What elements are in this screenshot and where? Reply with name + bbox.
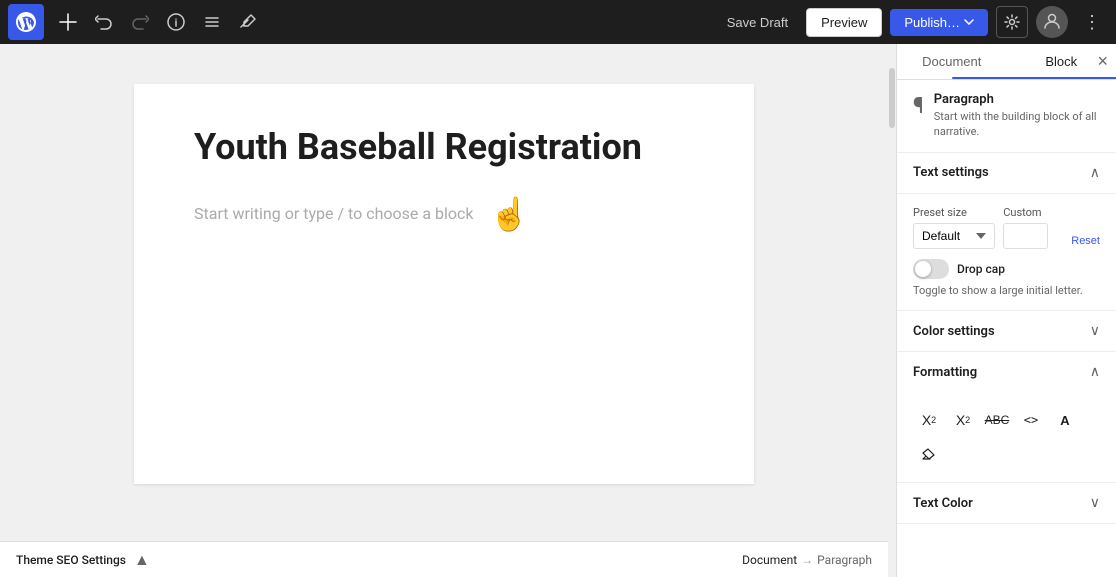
drop-cap-row: Drop cap — [913, 259, 1100, 279]
editor-content[interactable]: Youth Baseball Registration Start writin… — [134, 84, 754, 484]
user-avatar[interactable] — [1036, 6, 1068, 38]
formatting-title: Formatting — [913, 365, 977, 380]
superscript-button[interactable]: X2 — [913, 404, 945, 436]
main-layout: Youth Baseball Registration Start writin… — [0, 44, 1116, 577]
text-settings-panel: Preset size Default Small Medium Large X… — [897, 194, 1116, 311]
custom-size-input[interactable] — [1003, 223, 1048, 249]
tab-active-indicator — [1007, 77, 1116, 79]
cursor-icon: ☝ — [490, 195, 530, 233]
bottom-left: Theme SEO Settings ▲ — [16, 550, 150, 570]
drop-cap-description: Toggle to show a large initial letter. — [913, 283, 1100, 298]
wp-logo[interactable] — [8, 4, 44, 40]
block-description: Start with the building block of all nar… — [934, 109, 1100, 140]
strikethrough-button[interactable]: ABC — [981, 404, 1013, 436]
preset-size-label: Preset size — [913, 206, 995, 219]
redo-button[interactable] — [124, 6, 156, 38]
undo-button[interactable] — [88, 6, 120, 38]
formatting-chevron: ∧ — [1090, 364, 1100, 380]
save-draft-button[interactable]: Save Draft — [717, 9, 798, 36]
block-info: ¶ Paragraph Start with the building bloc… — [897, 80, 1116, 153]
bottom-bar: Theme SEO Settings ▲ Document → Paragrap… — [0, 541, 888, 577]
editor-placeholder[interactable]: Start writing or type / to choose a bloc… — [194, 195, 694, 233]
placeholder-text: Start writing or type / to choose a bloc… — [194, 204, 474, 223]
page-title[interactable]: Youth Baseball Registration — [194, 124, 694, 171]
block-details: Paragraph Start with the building block … — [934, 92, 1100, 140]
block-title: Paragraph — [934, 92, 1100, 107]
toolbar-right: Save Draft Preview Publish… ⋮ — [717, 6, 1108, 38]
text-settings-header[interactable]: Text settings ∧ — [897, 153, 1116, 194]
main-toolbar: Save Draft Preview Publish… ⋮ — [0, 0, 1116, 44]
paragraph-icon: ¶ — [913, 94, 924, 119]
breadcrumb: Document → Paragraph — [742, 553, 872, 567]
keyboard-button[interactable]: A — [1049, 404, 1081, 436]
drop-cap-toggle[interactable] — [913, 259, 949, 279]
toggle-knob — [915, 261, 931, 277]
editor-area: Youth Baseball Registration Start writin… — [0, 44, 888, 577]
preview-button[interactable]: Preview — [806, 8, 882, 37]
breadcrumb-document[interactable]: Document — [742, 553, 797, 567]
text-color-header[interactable]: Text Color ∨ — [897, 483, 1116, 524]
drop-cap-label: Drop cap — [957, 262, 1005, 276]
text-settings-title: Text settings — [913, 165, 989, 180]
custom-label: Custom — [1003, 206, 1063, 219]
preset-col: Preset size Default Small Medium Large X… — [913, 206, 995, 249]
add-block-button[interactable] — [52, 6, 84, 38]
tab-document[interactable]: Document — [897, 44, 1007, 79]
text-color-title: Text Color — [913, 496, 973, 511]
editor-canvas: Youth Baseball Registration Start writin… — [0, 44, 888, 541]
list-view-button[interactable] — [196, 6, 228, 38]
scroll-thumb[interactable] — [889, 68, 895, 128]
preset-size-select[interactable]: Default Small Medium Large X-Large — [913, 223, 995, 249]
scroll-track — [888, 44, 896, 577]
formatting-icons: X2 X2 ABC <> A — [913, 404, 1100, 470]
text-color-chevron: ∨ — [1090, 495, 1100, 511]
breadcrumb-paragraph[interactable]: Paragraph — [817, 553, 872, 567]
formatting-panel: X2 X2 ABC <> A — [897, 392, 1116, 483]
formatting-header[interactable]: Formatting ∧ — [897, 352, 1116, 392]
seo-settings-label[interactable]: Theme SEO Settings — [16, 553, 126, 567]
custom-col: Custom — [1003, 206, 1063, 249]
publish-button[interactable]: Publish… — [890, 9, 988, 36]
settings-button[interactable] — [996, 6, 1028, 38]
subscript-button[interactable]: X2 — [947, 404, 979, 436]
sidebar-close-button[interactable]: × — [1097, 52, 1108, 70]
clear-formatting-button[interactable] — [913, 438, 945, 470]
right-sidebar: Document Block × ¶ Paragraph Start with … — [896, 44, 1116, 577]
info-button[interactable] — [160, 6, 192, 38]
tools-button[interactable] — [232, 6, 264, 38]
more-options-button[interactable]: ⋮ — [1076, 6, 1108, 38]
text-settings-chevron: ∧ — [1090, 165, 1100, 181]
preset-row: Preset size Default Small Medium Large X… — [913, 206, 1100, 249]
sidebar-tabs: Document Block × — [897, 44, 1116, 80]
color-settings-chevron: ∨ — [1090, 323, 1100, 339]
breadcrumb-separator: → — [801, 553, 813, 567]
color-settings-title: Color settings — [913, 324, 995, 339]
color-settings-header[interactable]: Color settings ∨ — [897, 311, 1116, 352]
reset-button[interactable]: Reset — [1071, 235, 1100, 247]
expand-arrow[interactable]: ▲ — [134, 550, 150, 570]
inline-code-button[interactable]: <> — [1015, 404, 1047, 436]
